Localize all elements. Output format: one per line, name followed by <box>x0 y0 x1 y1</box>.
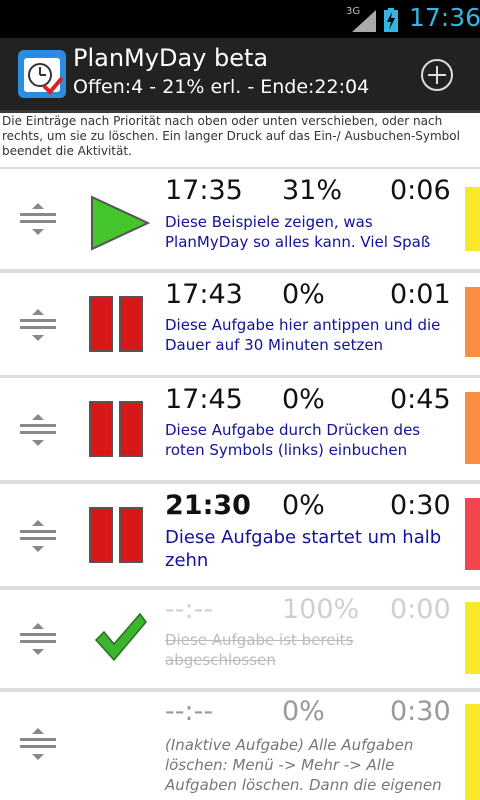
drag-handle-icon[interactable] <box>18 414 58 446</box>
task-row[interactable]: 21:30 0% 0:30 Diese Aufgabe startet um h… <box>0 484 480 586</box>
pause-icon[interactable] <box>88 400 144 458</box>
battery-charging-icon <box>384 8 398 32</box>
drag-handle-icon[interactable] <box>18 309 58 341</box>
task-duration: 0:01 <box>390 279 451 310</box>
pause-icon[interactable] <box>88 506 144 564</box>
drag-handle-icon[interactable] <box>18 520 58 552</box>
priority-bar <box>465 602 480 674</box>
priority-bar <box>465 704 480 800</box>
drag-handle-icon[interactable] <box>18 203 58 235</box>
status-clock: 17:36 <box>409 3 480 32</box>
task-time: 17:45 <box>165 384 243 415</box>
task-percent: 0% <box>282 696 325 727</box>
priority-bar <box>465 287 480 357</box>
task-time: 17:43 <box>165 279 243 310</box>
task-duration: 0:06 <box>390 175 451 206</box>
app-logo-icon[interactable] <box>18 50 66 98</box>
task-time: --:-- <box>165 594 214 625</box>
task-duration: 0:00 <box>390 594 451 625</box>
app-title: PlanMyDay beta <box>73 44 269 72</box>
task-description: Diese Beispiele zeigen, was PlanMyDay so… <box>165 213 431 251</box>
task-time: --:-- <box>165 696 214 727</box>
checkmark-icon[interactable] <box>94 612 148 662</box>
task-description: Diese Aufgabe startet um halb zehn <box>165 527 442 571</box>
task-duration: 0:30 <box>390 490 451 521</box>
help-text: Die Einträge nach Priorität nach oben od… <box>0 113 480 167</box>
task-duration: 0:45 <box>390 384 451 415</box>
task-time: 17:35 <box>165 175 243 206</box>
signal-icon <box>352 10 376 32</box>
task-description: (Inaktive Aufgabe) Alle Aufgaben löschen… <box>165 736 442 794</box>
task-row[interactable]: --:-- 100% 0:00 Diese Aufgabe ist bereit… <box>0 590 480 688</box>
task-time: 21:30 <box>165 490 251 521</box>
task-percent: 31% <box>282 175 343 206</box>
status-bar: 3G 17:36 <box>0 0 480 38</box>
add-task-button[interactable] <box>420 58 454 92</box>
task-duration: 0:30 <box>390 696 451 727</box>
task-row[interactable]: 17:35 31% 0:06 Diese Beispiele zeigen, w… <box>0 169 480 269</box>
task-description: Diese Aufgabe durch Drücken des roten Sy… <box>165 421 421 459</box>
drag-handle-icon[interactable] <box>18 623 58 655</box>
task-percent: 0% <box>282 490 325 521</box>
action-bar: PlanMyDay beta Offen:4 - 21% erl. - Ende… <box>0 38 480 113</box>
task-row[interactable]: 17:43 0% 0:01 Diese Aufgabe hier antippe… <box>0 273 480 375</box>
priority-bar <box>465 392 480 464</box>
task-percent: 0% <box>282 279 325 310</box>
task-row[interactable]: --:-- 0% 0:30 (Inaktive Aufgabe) Alle Au… <box>0 692 480 800</box>
task-percent: 0% <box>282 384 325 415</box>
app-summary: Offen:4 - 21% erl. - Ende:22:04 <box>73 76 370 98</box>
play-icon[interactable] <box>88 195 150 251</box>
task-description: Diese Aufgabe hier antippen und die Daue… <box>165 316 441 354</box>
task-row[interactable]: 17:45 0% 0:45 Diese Aufgabe durch Drücke… <box>0 378 480 480</box>
task-percent: 100% <box>282 594 360 625</box>
priority-bar <box>465 187 480 251</box>
pause-icon[interactable] <box>88 295 144 353</box>
task-description: Diese Aufgabe ist bereits abgeschlossen <box>165 631 354 669</box>
priority-bar <box>465 498 480 570</box>
drag-handle-icon[interactable] <box>18 728 58 760</box>
